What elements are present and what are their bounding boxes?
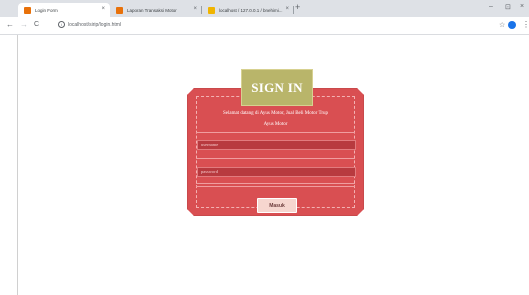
tab-title: Laporan Transaksi Motor: [127, 7, 177, 13]
tab-phpmyadmin[interactable]: localhost / 127.0.0.1 / bnehimi... ×: [202, 3, 294, 17]
divider: [196, 186, 355, 187]
tab-close-icon[interactable]: ×: [101, 6, 105, 12]
phpmyadmin-favicon-icon: [208, 6, 215, 14]
close-window-button[interactable]: ×: [520, 3, 524, 10]
browser-toolbar: ← → C i localhost/sirip/login.html ☆ ⋮: [0, 17, 529, 35]
page-favicon-icon: [116, 6, 123, 14]
address-text[interactable]: localhost/sirip/login.html: [68, 22, 121, 28]
forward-button[interactable]: →: [20, 21, 28, 29]
divider: [196, 183, 355, 184]
tab-title: Login Form: [35, 7, 58, 13]
welcome-text: Selamat datang di Ayus Motor, Jual Beli …: [222, 111, 329, 116]
divider: [196, 158, 355, 159]
tab-strip: Login Form × Laporan Transaksi Motor × l…: [0, 0, 529, 17]
tab-close-icon[interactable]: ×: [285, 6, 289, 12]
bookmark-star-icon[interactable]: ☆: [499, 21, 505, 29]
page-favicon-icon: [24, 6, 31, 14]
page-divider: [17, 35, 18, 295]
address-bar[interactable]: i localhost/sirip/login.html: [58, 21, 121, 28]
reload-button[interactable]: C: [34, 21, 39, 29]
tab-close-icon[interactable]: ×: [193, 6, 197, 12]
tab-title: localhost / 127.0.0.1 / bnehimi...: [219, 7, 283, 13]
welcome-text-shop: Ayus Motor: [263, 122, 288, 127]
site-info-icon[interactable]: i: [58, 21, 65, 28]
back-button[interactable]: ←: [6, 21, 14, 29]
masuk-button[interactable]: Masuk: [257, 198, 297, 213]
sign-in-title: SIGN IN: [251, 79, 303, 95]
tab-login-form[interactable]: Login Form ×: [18, 3, 110, 17]
password-input[interactable]: password: [197, 167, 356, 177]
menu-kebab-icon[interactable]: ⋮: [522, 20, 529, 29]
new-tab-button[interactable]: +: [295, 2, 300, 12]
maximize-button[interactable]: ⊡: [505, 3, 511, 11]
minimize-button[interactable]: –: [489, 3, 493, 10]
tab-laporan-transaksi[interactable]: Laporan Transaksi Motor ×: [110, 3, 202, 17]
divider: [196, 132, 355, 133]
profile-avatar[interactable]: [508, 21, 516, 29]
username-input[interactable]: username: [197, 140, 356, 150]
sign-in-banner: SIGN IN: [241, 69, 313, 106]
tab-separator: [293, 6, 294, 14]
